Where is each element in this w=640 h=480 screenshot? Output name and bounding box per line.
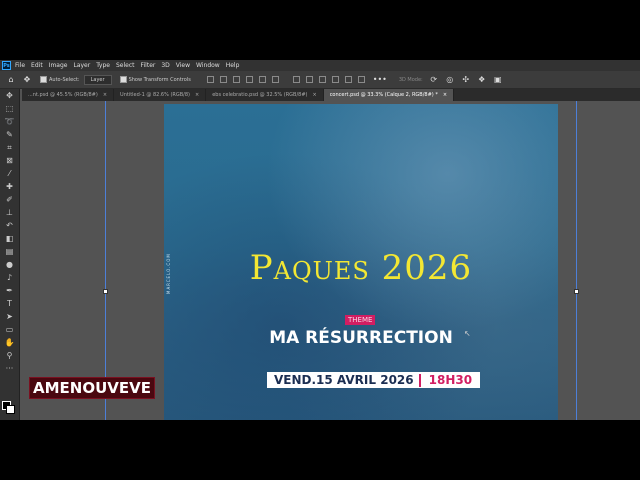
document-canvas[interactable]: MARCELO.COM Paques 2026 THEME MA RÉSURRE… bbox=[164, 104, 558, 420]
tab-ebs-celebratio[interactable]: ebs celebratio.psd @ 32.5% (RGB/8#) × bbox=[206, 89, 324, 101]
document-tabs: ...nt.psd @ 45.5% (RGB/8#) × Untitled-1 @… bbox=[22, 89, 640, 101]
guide-line-left[interactable] bbox=[105, 101, 106, 420]
menu-bar: Ps File Edit Image Layer Type Select Fil… bbox=[0, 60, 640, 71]
distribute-middle-icon[interactable] bbox=[305, 76, 313, 83]
dodge-tool-icon[interactable]: ♪ bbox=[0, 271, 19, 284]
theme-badge: THEME bbox=[345, 315, 376, 325]
3d-roll-icon[interactable]: ◎ bbox=[445, 75, 455, 85]
close-icon[interactable]: × bbox=[195, 89, 199, 101]
align-right-icon[interactable] bbox=[271, 76, 279, 83]
poster-title: Paques 2026 bbox=[249, 248, 473, 288]
3d-scale-icon[interactable]: ▣ bbox=[493, 75, 503, 85]
more-options-icon[interactable]: ••• bbox=[373, 75, 387, 85]
clone-stamp-tool-icon[interactable]: ⊥ bbox=[0, 206, 19, 219]
close-icon[interactable]: × bbox=[312, 89, 316, 101]
history-brush-tool-icon[interactable]: ↶ bbox=[0, 219, 19, 232]
menu-type[interactable]: Type bbox=[96, 62, 110, 69]
tab-concert[interactable]: concert.psd @ 33.3% (Calque 2, RGB/8#) *… bbox=[323, 89, 455, 101]
move-tool-icon[interactable]: ✥ bbox=[0, 89, 19, 102]
move-tool-icon[interactable]: ✥ bbox=[22, 75, 32, 85]
quick-select-tool-icon[interactable]: ✎ bbox=[0, 128, 19, 141]
transform-handle-right[interactable] bbox=[574, 289, 579, 294]
options-bar: ⌂ ✥ Auto-Select: Layer Show Transform Co… bbox=[0, 71, 640, 89]
menu-window[interactable]: Window bbox=[196, 62, 220, 69]
close-icon[interactable]: × bbox=[443, 89, 447, 101]
event-date: VEND.15 AVRIL 2026 bbox=[274, 373, 414, 387]
transform-controls-checkbox[interactable] bbox=[119, 76, 127, 83]
auto-select-label: Auto-Select: bbox=[49, 76, 80, 83]
crop-tool-icon[interactable]: ⌗ bbox=[0, 141, 19, 154]
pen-tool-icon[interactable]: ✒ bbox=[0, 284, 19, 297]
zoom-tool-icon[interactable]: ⚲ bbox=[0, 349, 19, 362]
mode-3d-label: 3D Mode: bbox=[398, 76, 423, 83]
marquee-tool-icon[interactable]: ⬚ bbox=[0, 102, 19, 115]
background-color-swatch[interactable] bbox=[6, 405, 15, 414]
mouse-cursor-icon: ↖ bbox=[464, 329, 471, 338]
menu-help[interactable]: Help bbox=[226, 62, 240, 69]
hand-tool-icon[interactable]: ✋ bbox=[0, 336, 19, 349]
event-time: 18H30 bbox=[428, 373, 473, 387]
poster-subtitle: MA RÉSURRECTION bbox=[269, 328, 453, 348]
tab-label: concert.psd @ 33.3% (Calque 2, RGB/8#) * bbox=[329, 92, 438, 98]
close-icon[interactable]: × bbox=[103, 89, 107, 101]
auto-select-dropdown[interactable]: Layer bbox=[83, 74, 112, 85]
channel-watermark-label: AMENOUVEVE bbox=[29, 377, 155, 399]
tools-panel: ✥ ⬚ ➰ ✎ ⌗ ⊠ ⁄ ✚ ✐ ⊥ ↶ ◧ ▤ ● ♪ ✒ T ➤ ▭ ✋ … bbox=[0, 89, 20, 420]
date-box: VEND.15 AVRIL 2026 18H30 bbox=[267, 372, 480, 388]
menu-filter[interactable]: Filter bbox=[141, 62, 156, 69]
align-top-icon[interactable] bbox=[206, 76, 214, 83]
home-icon[interactable]: ⌂ bbox=[6, 75, 16, 85]
tab-label: ...nt.psd @ 45.5% (RGB/8#) bbox=[28, 92, 98, 98]
distribute-bottom-icon[interactable] bbox=[318, 76, 326, 83]
3d-pan-icon[interactable]: ✣ bbox=[461, 75, 471, 85]
guide-line-right[interactable] bbox=[576, 101, 577, 420]
auto-select-checkbox[interactable] bbox=[40, 76, 47, 83]
eraser-tool-icon[interactable]: ◧ bbox=[0, 232, 19, 245]
menu-edit[interactable]: Edit bbox=[31, 62, 43, 69]
photoshop-logo-icon: Ps bbox=[2, 61, 11, 70]
tab-label: ebs celebratio.psd @ 32.5% (RGB/8#) bbox=[212, 92, 308, 98]
align-bottom-icon[interactable] bbox=[232, 76, 240, 83]
menu-file[interactable]: File bbox=[15, 62, 25, 69]
menu-view[interactable]: View bbox=[176, 62, 190, 69]
eyedropper-tool-icon[interactable]: ⁄ bbox=[0, 167, 19, 180]
menu-layer[interactable]: Layer bbox=[73, 62, 90, 69]
align-center-icon[interactable] bbox=[258, 76, 266, 83]
3d-orbit-icon[interactable]: ⟳ bbox=[429, 75, 439, 85]
gradient-tool-icon[interactable]: ▤ bbox=[0, 245, 19, 258]
tab-document-1[interactable]: ...nt.psd @ 45.5% (RGB/8#) × bbox=[22, 89, 115, 101]
align-middle-icon[interactable] bbox=[219, 76, 227, 83]
more-tools-icon[interactable]: ··· bbox=[0, 362, 19, 375]
distribute-center-icon[interactable] bbox=[344, 76, 352, 83]
distribute-left-icon[interactable] bbox=[331, 76, 339, 83]
healing-brush-tool-icon[interactable]: ✚ bbox=[0, 180, 19, 193]
transform-controls-label: Show Transform Controls bbox=[128, 76, 191, 83]
menu-select[interactable]: Select bbox=[116, 62, 135, 69]
align-left-icon[interactable] bbox=[245, 76, 253, 83]
photoshop-window: Ps File Edit Image Layer Type Select Fil… bbox=[0, 60, 640, 420]
menu-3d[interactable]: 3D bbox=[161, 62, 169, 69]
blur-tool-icon[interactable]: ● bbox=[0, 258, 19, 271]
distribute-top-icon[interactable] bbox=[292, 76, 300, 83]
date-separator bbox=[418, 373, 421, 387]
menu-image[interactable]: Image bbox=[49, 62, 68, 69]
type-tool-icon[interactable]: T bbox=[0, 297, 19, 310]
3d-slide-icon[interactable]: ❖ bbox=[477, 75, 487, 85]
brush-tool-icon[interactable]: ✐ bbox=[0, 193, 19, 206]
path-select-tool-icon[interactable]: ➤ bbox=[0, 310, 19, 323]
tab-label: Untitled-1 @ 82.6% (RGB/8) bbox=[120, 92, 190, 98]
lasso-tool-icon[interactable]: ➰ bbox=[0, 115, 19, 128]
frame-tool-icon[interactable]: ⊠ bbox=[0, 154, 19, 167]
rectangle-tool-icon[interactable]: ▭ bbox=[0, 323, 19, 336]
transform-handle-left[interactable] bbox=[103, 289, 108, 294]
distribute-right-icon[interactable] bbox=[357, 76, 365, 83]
tab-untitled-1[interactable]: Untitled-1 @ 82.6% (RGB/8) × bbox=[114, 89, 207, 101]
